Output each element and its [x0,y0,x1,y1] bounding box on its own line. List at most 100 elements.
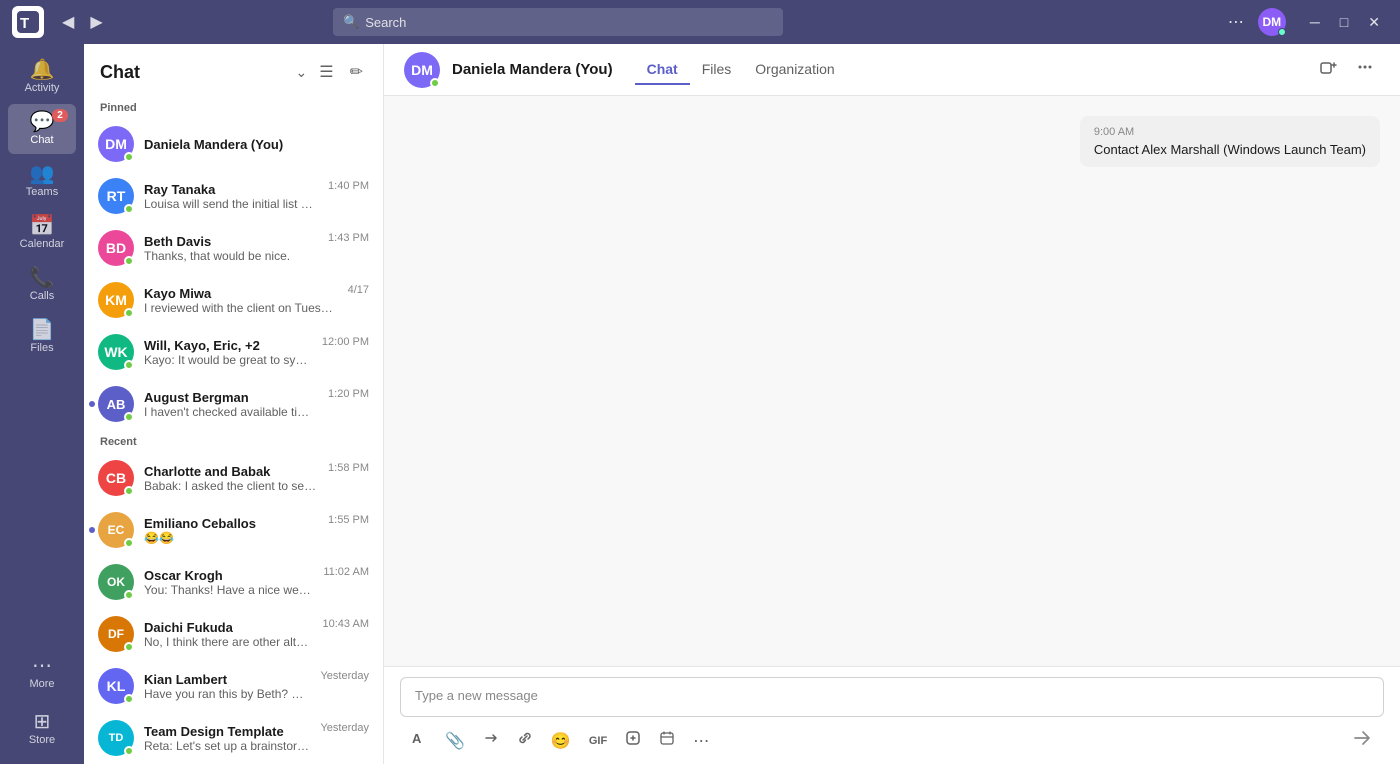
nav-arrows: ◀ ▶ [56,8,109,36]
sticker-button[interactable] [618,725,648,756]
chat-item-dm-self[interactable]: DM Daniela Mandera (You) [84,118,383,170]
chat-name: Charlotte and Babak [144,464,318,479]
more-actions-button[interactable] [1350,52,1380,87]
chat-item-emiliano[interactable]: EC Emiliano Ceballos 😂😂 1:55 PM [84,504,383,556]
avatar-wrap: CB [98,460,134,496]
sidebar-item-teams[interactable]: 👥 Teams [8,156,76,206]
chat-preview: Have you ran this by Beth? Make sure she… [144,687,310,701]
chat-name: Emiliano Ceballos [144,516,318,531]
message-input[interactable]: Type a new message [400,677,1384,717]
chat-time: 12:00 PM [322,336,369,348]
filter-button[interactable]: ☰ [315,58,337,86]
sidebar-item-activity[interactable]: 🔔 Activity [8,52,76,102]
emoji-button[interactable]: 😊 [544,726,578,756]
activity-bar-bottom: ⋯ More ⊞ Store [8,648,76,756]
chat-info: Emiliano Ceballos 😂😂 [144,516,318,545]
avatar-wrap: WK [98,334,134,370]
avatar-wrap: RT [98,178,134,214]
message-input-area: Type a new message A 📎 [384,666,1400,764]
chat-item-oscar[interactable]: OK Oscar Krogh You: Thanks! Have a nice … [84,556,383,608]
chat-time: 1:58 PM [328,462,369,474]
tab-files[interactable]: Files [690,55,744,85]
chat-name: Daniela Mandera (You) [144,137,369,152]
format-button[interactable]: A [404,725,434,756]
back-button[interactable]: ◀ [56,8,80,36]
sidebar-item-calendar[interactable]: 📅 Calendar [8,208,76,258]
more-options-button[interactable]: ⋯ [1224,8,1248,36]
chat-info: Daichi Fukuda No, I think there are othe… [144,620,313,649]
tab-chat[interactable]: Chat [635,55,690,85]
schedule-button[interactable] [652,725,682,756]
search-placeholder: Search [365,15,406,30]
message-toolbar: A 📎 😊 GIF [400,717,1384,758]
link-button[interactable] [510,725,540,756]
svg-text:T: T [20,15,29,32]
calls-label: Calls [30,291,54,302]
search-bar[interactable]: 🔍 Search [333,8,783,36]
close-button[interactable]: ✕ [1360,12,1388,33]
send-button[interactable] [1344,723,1380,758]
activity-icon: 🔔 [30,60,55,80]
avatar-wrap: AB [98,386,134,422]
chat-time: Yesterday [320,722,369,734]
status-dot [124,152,134,162]
chat-name: Will, Kayo, Eric, +2 [144,338,312,353]
message-bubble: 9:00 AM Contact Alex Marshall (Windows L… [1080,116,1380,167]
teams-label: Teams [26,187,58,198]
chat-item-beth[interactable]: BD Beth Davis Thanks, that would be nice… [84,222,383,274]
avatar-wrap: DF [98,616,134,652]
chat-preview: Kayo: It would be great to sync with... [144,353,312,367]
chat-time: 1:40 PM [328,180,369,192]
chat-info: Kian Lambert Have you ran this by Beth? … [144,672,310,701]
sidebar-item-more[interactable]: ⋯ More [8,648,76,698]
chat-item-august[interactable]: AB August Bergman I haven't checked avai… [84,378,383,430]
chat-item-daichi[interactable]: DF Daichi Fukuda No, I think there are o… [84,608,383,660]
status-dot [124,412,134,422]
tab-organization[interactable]: Organization [743,55,846,85]
store-label: Store [29,735,55,746]
contact-name: Daniela Mandera (You) [452,61,613,78]
calendar-icon: 📅 [30,216,55,236]
chat-name: Kayo Miwa [144,286,338,301]
chat-time: 1:43 PM [328,232,369,244]
loop-button[interactable] [476,725,506,756]
more-label: More [29,679,54,690]
new-chat-button[interactable]: ✏ [346,58,367,86]
chat-name: Oscar Krogh [144,568,313,583]
chat-item-kayo[interactable]: KM Kayo Miwa I reviewed with the client … [84,274,383,326]
store-icon: ⊞ [34,712,51,732]
user-avatar[interactable]: DM [1258,8,1286,36]
top-bar-right: ⋯ DM ─ □ ✕ [1224,8,1388,36]
messages-area: 9:00 AM Contact Alex Marshall (Windows L… [384,96,1400,666]
calendar-label: Calendar [20,239,65,250]
chat-info: Daniela Mandera (You) [144,137,369,152]
sidebar-item-calls[interactable]: 📞 Calls [8,260,76,310]
more-toolbar-button[interactable]: ⋯ [686,726,716,756]
message-text: Contact Alex Marshall (Windows Launch Te… [1094,142,1366,157]
maximize-button[interactable]: □ [1332,12,1356,33]
pinned-section-label: Pinned [84,96,383,118]
sidebar-item-store[interactable]: ⊞ Store [8,704,76,754]
gif-button[interactable]: GIF [582,730,614,752]
contact-status-dot [430,78,440,88]
attach-button[interactable]: 📎 [438,726,472,756]
add-people-button[interactable] [1314,52,1344,87]
sidebar-item-files[interactable]: 📄 Files [8,312,76,362]
chat-info: Will, Kayo, Eric, +2 Kayo: It would be g… [144,338,312,367]
chat-item-charlotte[interactable]: CB Charlotte and Babak Babak: I asked th… [84,452,383,504]
search-icon: 🔍 [343,14,359,30]
status-dot [124,642,134,652]
chat-list-panel: Chat ⌄ ☰ ✏ Pinned DM Daniela Mandera (Yo… [84,44,384,764]
chat-name: Kian Lambert [144,672,310,687]
chat-chevron-icon[interactable]: ⌄ [296,64,308,81]
status-dot [124,590,134,600]
forward-button[interactable]: ▶ [84,8,108,36]
chat-item-will[interactable]: WK Will, Kayo, Eric, +2 Kayo: It would b… [84,326,383,378]
minimize-button[interactable]: ─ [1302,12,1328,33]
chat-item-ray[interactable]: RT Ray Tanaka Louisa will send the initi… [84,170,383,222]
sidebar-item-chat[interactable]: 💬 Chat 2 [8,104,76,154]
window-controls: ─ □ ✕ [1302,12,1388,33]
status-dot [124,308,134,318]
chat-item-kian[interactable]: KL Kian Lambert Have you ran this by Bet… [84,660,383,712]
chat-item-team-design[interactable]: TD Team Design Template Reta: Let's set … [84,712,383,764]
